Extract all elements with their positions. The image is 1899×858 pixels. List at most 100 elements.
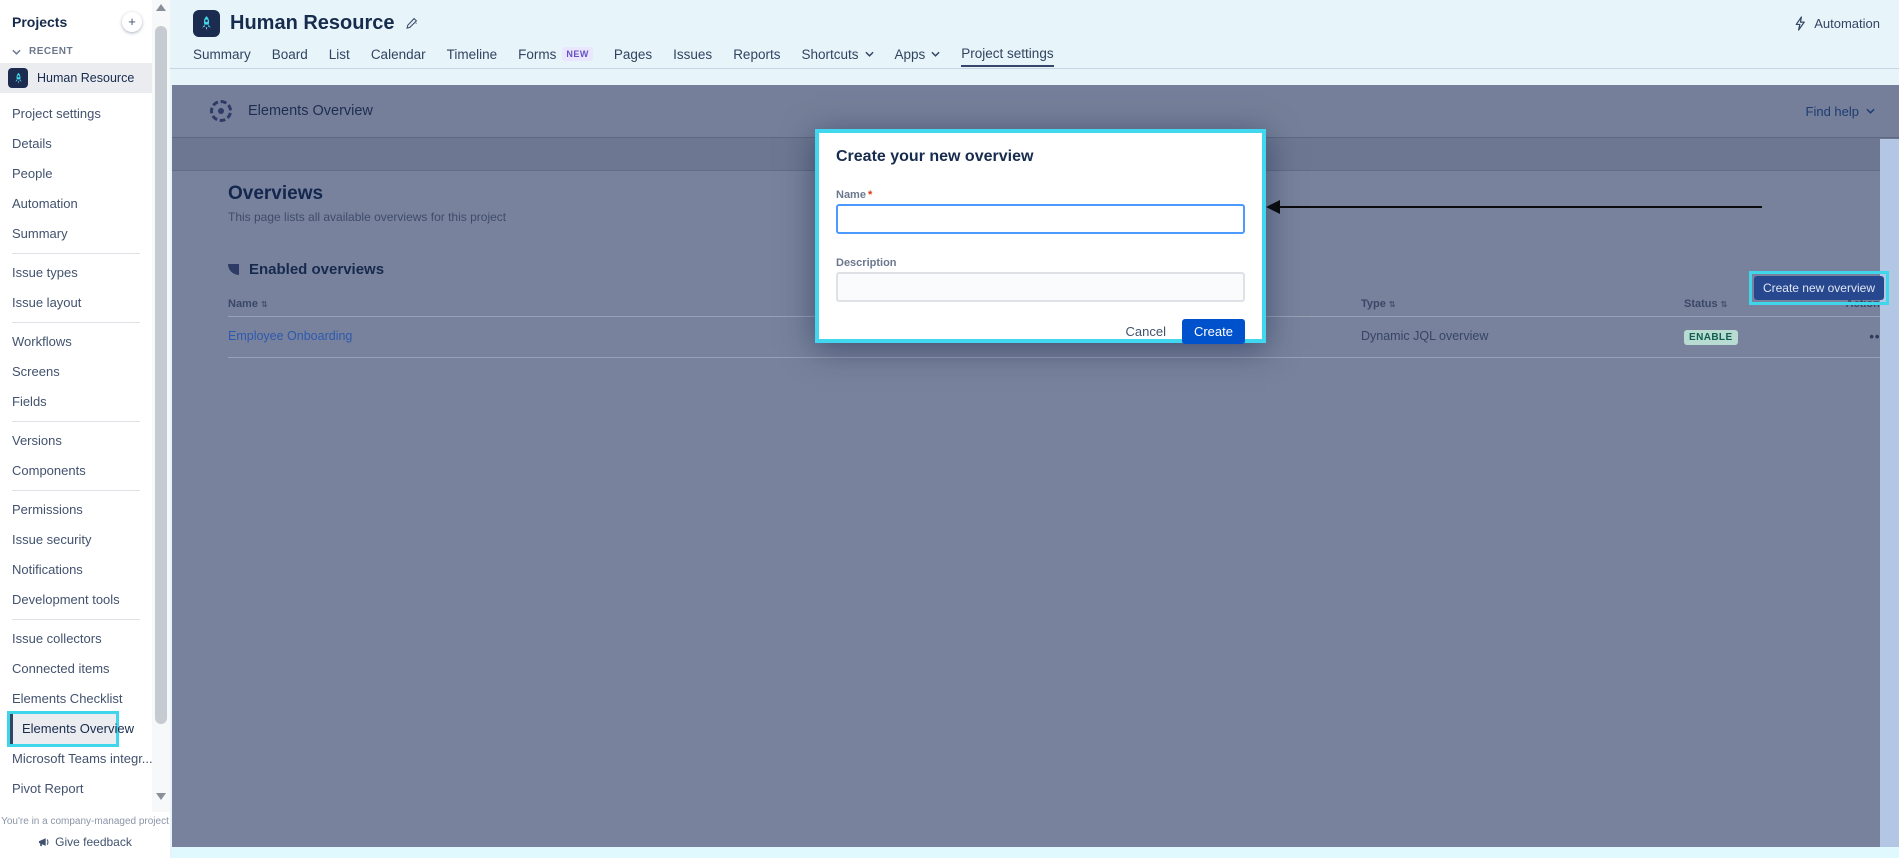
sidebar-item-screens[interactable]: Screens [0, 357, 152, 387]
modal-title: Create your new overview [836, 148, 1034, 165]
chevron-down-icon [12, 49, 21, 55]
sidebar-item-connected-items[interactable]: Connected items [0, 654, 152, 684]
overview-link-employee-onboarding[interactable]: Employee Onboarding [228, 329, 352, 343]
tabs-divider [170, 68, 1899, 69]
project-settings-nav: Project settings Details People Automati… [0, 93, 153, 804]
sidebar-item-details[interactable]: Details [0, 129, 152, 159]
create-overview-modal: Create your new overview Name * Descripti… [815, 129, 1266, 344]
create-new-overview-highlight: Create new overview [1748, 271, 1889, 305]
automation-label: Automation [1814, 16, 1880, 31]
give-feedback-label: Give feedback [55, 835, 132, 849]
row-actions-menu-button[interactable]: ••• [1800, 329, 1886, 344]
sidebar-item-workflows[interactable]: Workflows [0, 327, 152, 357]
tab-pages[interactable]: Pages [614, 47, 652, 66]
sidebar-item-pivot-report[interactable]: Pivot Report [0, 774, 152, 804]
annotation-arrow-head-icon [1266, 200, 1280, 214]
tab-calendar[interactable]: Calendar [371, 47, 426, 66]
tab-list[interactable]: List [329, 47, 350, 66]
sidebar-item-components[interactable]: Components [0, 456, 152, 486]
sidebar-item-elements-overview[interactable]: Elements Overview [10, 714, 134, 744]
rocket-icon [202, 16, 211, 30]
edit-icon[interactable] [405, 17, 418, 30]
sidebar-item-people[interactable]: People [0, 159, 152, 189]
tab-apps[interactable]: Apps [895, 47, 941, 66]
new-badge: NEW [562, 47, 593, 61]
megaphone-icon [39, 837, 49, 846]
sidebar-project-human-resource[interactable]: Human Resource [0, 63, 152, 93]
tab-issues[interactable]: Issues [673, 47, 712, 66]
add-project-button[interactable]: + [122, 12, 142, 32]
chevron-down-icon [931, 51, 940, 57]
rocket-icon [14, 72, 22, 83]
app-header-title: Elements Overview [248, 103, 373, 119]
sidebar-item-microsoft-teams[interactable]: Microsoft Teams integr... [0, 744, 153, 774]
recent-label: RECENT [29, 46, 74, 57]
tab-reports[interactable]: Reports [733, 47, 780, 66]
tab-project-settings[interactable]: Project settings [961, 46, 1054, 67]
sidebar-item-summary[interactable]: Summary [0, 219, 152, 249]
divider [12, 619, 140, 620]
sidebar-item-elements-checklist[interactable]: Elements Checklist [0, 684, 152, 714]
description-field-label: Description [836, 257, 897, 269]
page-bottom-strip [172, 847, 1899, 858]
annotation-arrow-line [1279, 206, 1762, 208]
cancel-button[interactable]: Cancel [1126, 324, 1166, 339]
sort-icon: ⇅ [260, 300, 268, 309]
sidebar-title: Projects [12, 14, 68, 30]
sidebar-footer: You're in a company-managed project Give… [0, 812, 170, 858]
managed-project-note: You're in a company-managed project [1, 816, 169, 827]
name-input[interactable] [836, 204, 1245, 234]
tab-board[interactable]: Board [272, 47, 308, 66]
sidebar-item-versions[interactable]: Versions [0, 426, 152, 456]
sidebar-scrollbar[interactable] [152, 0, 170, 812]
name-field-label: Name * [836, 189, 873, 201]
tab-summary[interactable]: Summary [193, 47, 251, 66]
create-new-overview-button[interactable]: Create new overview [1753, 276, 1884, 300]
sidebar-item-issue-layout[interactable]: Issue layout [0, 288, 152, 318]
divider [12, 490, 140, 491]
sidebar-project-name: Human Resource [37, 71, 135, 85]
sidebar-item-development-tools[interactable]: Development tools [0, 585, 152, 615]
sidebar-item-project-settings[interactable]: Project settings [0, 99, 152, 129]
column-header-type[interactable]: Type ⇅ [1361, 298, 1684, 310]
tab-forms[interactable]: Forms NEW [518, 47, 593, 66]
elements-overview-logo-icon [210, 100, 232, 122]
status-badge: ENABLE [1684, 330, 1738, 345]
sidebar-item-issue-collectors[interactable]: Issue collectors [0, 624, 152, 654]
sidebar-item-issue-types[interactable]: Issue types [0, 258, 152, 288]
sidebar-item-automation[interactable]: Automation [0, 189, 152, 219]
sidebar: Projects + RECENT Human Resource Project… [0, 0, 153, 812]
sidebar-item-notifications[interactable]: Notifications [0, 555, 152, 585]
page-title: Human Resource [230, 12, 395, 34]
sort-icon: ⇅ [1720, 300, 1728, 309]
recent-section-toggle[interactable]: RECENT [0, 38, 152, 63]
sort-icon: ⇅ [1388, 300, 1396, 309]
tab-shortcuts[interactable]: Shortcuts [801, 47, 874, 66]
divider [12, 421, 140, 422]
scroll-down-arrow-icon[interactable] [156, 793, 166, 800]
sidebar-item-permissions[interactable]: Permissions [0, 495, 152, 525]
project-avatar [8, 68, 28, 88]
divider [12, 253, 140, 254]
chevron-down-icon [864, 51, 874, 57]
divider [12, 322, 140, 323]
project-nav-tabs: Summary Board List Calendar Timeline For… [193, 44, 1054, 68]
sidebar-item-issue-security[interactable]: Issue security [0, 525, 152, 555]
description-input[interactable] [836, 272, 1245, 302]
scroll-up-arrow-icon[interactable] [156, 4, 166, 11]
overview-type: Dynamic JQL overview [1361, 329, 1489, 343]
sidebar-item-fields[interactable]: Fields [0, 387, 152, 417]
jira-project-settings-page: Projects + RECENT Human Resource Project… [0, 0, 1899, 858]
create-button[interactable]: Create [1181, 319, 1245, 344]
app-scrollbar-track[interactable] [1880, 139, 1899, 847]
tab-timeline[interactable]: Timeline [447, 47, 498, 66]
find-help-dropdown[interactable]: Find help [1806, 104, 1875, 119]
chevron-down-icon [1866, 108, 1875, 114]
quarter-circle-icon [228, 264, 239, 275]
give-feedback-button[interactable]: Give feedback [0, 835, 170, 849]
automation-button[interactable]: Automation [1793, 16, 1880, 31]
find-help-label: Find help [1805, 103, 1859, 119]
sidebar-scrollbar-thumb[interactable] [155, 26, 167, 724]
main-header-area: Human Resource Summary Board List Calend… [170, 0, 1899, 85]
enabled-overviews-title: Enabled overviews [249, 261, 385, 278]
